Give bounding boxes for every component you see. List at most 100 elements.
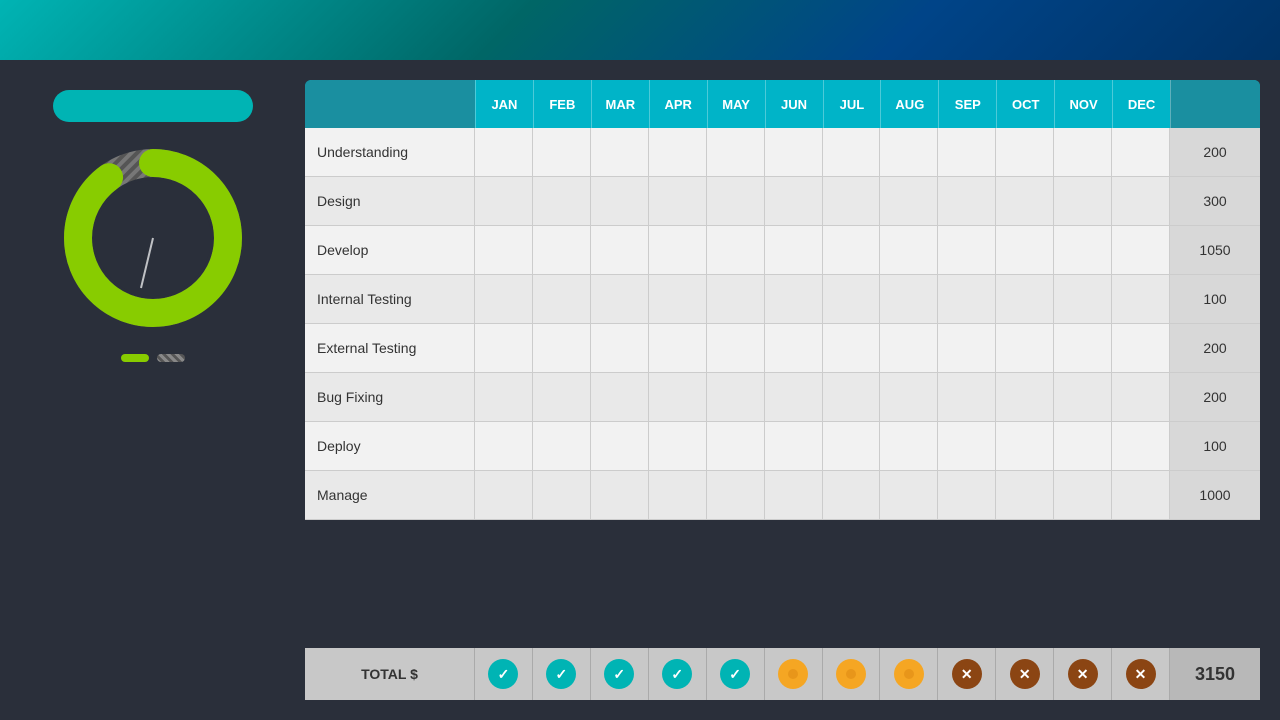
month-cell	[938, 373, 996, 421]
month-cell	[591, 275, 649, 323]
month-may: MAY	[707, 80, 765, 128]
cross-icon: ✕	[952, 659, 982, 689]
month-cell	[880, 275, 938, 323]
month-oct: OCT	[996, 80, 1054, 128]
row-total: 100	[1170, 275, 1260, 323]
month-cell	[707, 275, 765, 323]
month-cell	[1112, 128, 1170, 176]
month-cell	[938, 128, 996, 176]
month-cell	[938, 226, 996, 274]
month-cell	[996, 373, 1054, 421]
month-cell	[649, 275, 707, 323]
gantt-row: Understanding200	[305, 128, 1260, 177]
month-cell	[996, 275, 1054, 323]
month-cell	[880, 422, 938, 470]
row-total: 100	[1170, 422, 1260, 470]
month-cell	[880, 471, 938, 519]
month-cell	[1054, 128, 1112, 176]
month-cell	[938, 275, 996, 323]
month-cell	[938, 471, 996, 519]
row-label: Deploy	[305, 422, 475, 470]
month-cell	[707, 324, 765, 372]
month-cell	[533, 177, 591, 225]
month-cell	[533, 226, 591, 274]
row-label: Bug Fixing	[305, 373, 475, 421]
month-cell	[649, 471, 707, 519]
legend-pending-label	[157, 354, 185, 362]
month-jul: JUL	[823, 80, 881, 128]
month-cell	[475, 226, 533, 274]
month-cell	[996, 324, 1054, 372]
row-total: 1050	[1170, 226, 1260, 274]
check-icon: ✓	[604, 659, 634, 689]
total-icon-cell[interactable]: ✓	[475, 648, 533, 700]
month-cell	[591, 226, 649, 274]
row-label: External Testing	[305, 324, 475, 372]
cross-icon: ✕	[1068, 659, 1098, 689]
donut-chart	[53, 138, 253, 338]
left-panel	[20, 80, 285, 700]
month-cell	[475, 128, 533, 176]
gantt-row: Internal Testing100	[305, 275, 1260, 324]
cross-icon: ✕	[1010, 659, 1040, 689]
total-icon-cell[interactable]: ✓	[533, 648, 591, 700]
month-cell	[475, 324, 533, 372]
total-label: TOTAL $	[305, 648, 475, 700]
month-cell	[1112, 471, 1170, 519]
month-cell	[823, 128, 881, 176]
gantt-row: Deploy 100	[305, 422, 1260, 471]
month-cell	[707, 373, 765, 421]
gantt-row: Design300	[305, 177, 1260, 226]
month-cell	[996, 177, 1054, 225]
month-cell	[880, 128, 938, 176]
row-label: Understanding	[305, 128, 475, 176]
month-feb: FEB	[533, 80, 591, 128]
total-icon-cell[interactable]	[765, 648, 823, 700]
month-cell	[649, 373, 707, 421]
month-cell	[649, 128, 707, 176]
month-cell	[649, 226, 707, 274]
month-cell	[1054, 373, 1112, 421]
row-total: 200	[1170, 324, 1260, 372]
month-cell	[707, 471, 765, 519]
month-cell	[591, 471, 649, 519]
month-apr: APR	[649, 80, 707, 128]
gantt-row: External Testing 200	[305, 324, 1260, 373]
month-cell	[591, 373, 649, 421]
gantt-chart: JAN FEB MAR APR MAY JUN JUL AUG SEP OCT …	[305, 80, 1260, 700]
total-icon-cell[interactable]: ✓	[649, 648, 707, 700]
month-cell	[880, 324, 938, 372]
month-cell	[765, 324, 823, 372]
gantt-row: Develop 1050	[305, 226, 1260, 275]
gantt-row: Bug Fixing200	[305, 373, 1260, 422]
legend	[121, 354, 185, 362]
month-cell	[591, 324, 649, 372]
pending-icon	[836, 659, 866, 689]
month-cell	[938, 177, 996, 225]
total-icon-cell[interactable]: ✕	[1112, 648, 1170, 700]
month-cell	[1054, 226, 1112, 274]
check-icon: ✓	[662, 659, 692, 689]
total-icon-cell[interactable]: ✕	[996, 648, 1054, 700]
total-icon-cell[interactable]	[880, 648, 938, 700]
row-total: 300	[1170, 177, 1260, 225]
month-cell	[591, 422, 649, 470]
total-icon-cell[interactable]: ✓	[591, 648, 649, 700]
total-icon-cell[interactable]: ✕	[1054, 648, 1112, 700]
row-label: Develop	[305, 226, 475, 274]
pending-icon	[894, 659, 924, 689]
month-cell	[765, 226, 823, 274]
total-icon-cell[interactable]	[823, 648, 881, 700]
month-jun: JUN	[765, 80, 823, 128]
filter-bar[interactable]	[53, 90, 253, 122]
total-header	[1170, 80, 1260, 128]
month-cell	[649, 422, 707, 470]
total-icon-cell[interactable]: ✕	[938, 648, 996, 700]
total-icon-cell[interactable]: ✓	[707, 648, 765, 700]
month-cell	[996, 471, 1054, 519]
month-nov: NOV	[1054, 80, 1112, 128]
check-icon: ✓	[488, 659, 518, 689]
gantt-row: Manage1000	[305, 471, 1260, 520]
month-cell	[765, 177, 823, 225]
month-cell	[707, 226, 765, 274]
